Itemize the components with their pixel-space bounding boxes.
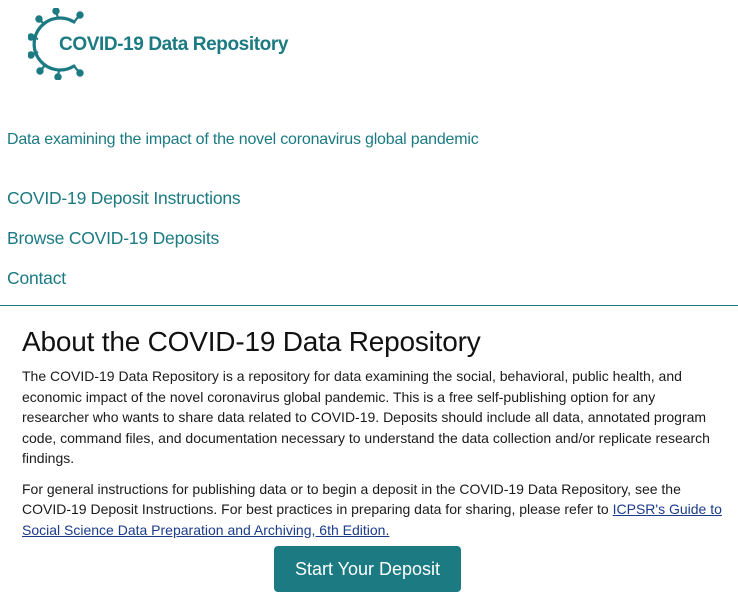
nav-link-contact[interactable]: Contact xyxy=(7,266,240,306)
nav-link-deposit-instructions[interactable]: COVID-19 Deposit Instructions xyxy=(7,186,241,226)
main-nav: COVID-19 Deposit Instructions Browse COV… xyxy=(7,186,241,306)
about-paragraph-2-text: For general instructions for publishing … xyxy=(22,480,681,518)
about-heading: About the COVID-19 Data Repository xyxy=(22,326,481,357)
nav-link-browse-deposits[interactable]: Browse COVID-19 Deposits xyxy=(7,226,240,266)
logo-text: COVID-19 Data Repository xyxy=(59,34,289,55)
page: COVID-19 Data Repository Data examining … xyxy=(0,0,738,599)
start-deposit-button[interactable]: Start Your Deposit xyxy=(274,546,461,592)
about-paragraph-2: For general instructions for publishing … xyxy=(22,479,722,541)
site-logo[interactable]: COVID-19 Data Repository xyxy=(28,8,288,80)
nav-divider xyxy=(0,305,738,306)
site-tagline: Data examining the impact of the novel c… xyxy=(7,131,479,148)
about-section: About the COVID-19 Data Repository The C… xyxy=(22,324,722,550)
about-paragraph-1: The COVID-19 Data Repository is a reposi… xyxy=(22,368,710,466)
